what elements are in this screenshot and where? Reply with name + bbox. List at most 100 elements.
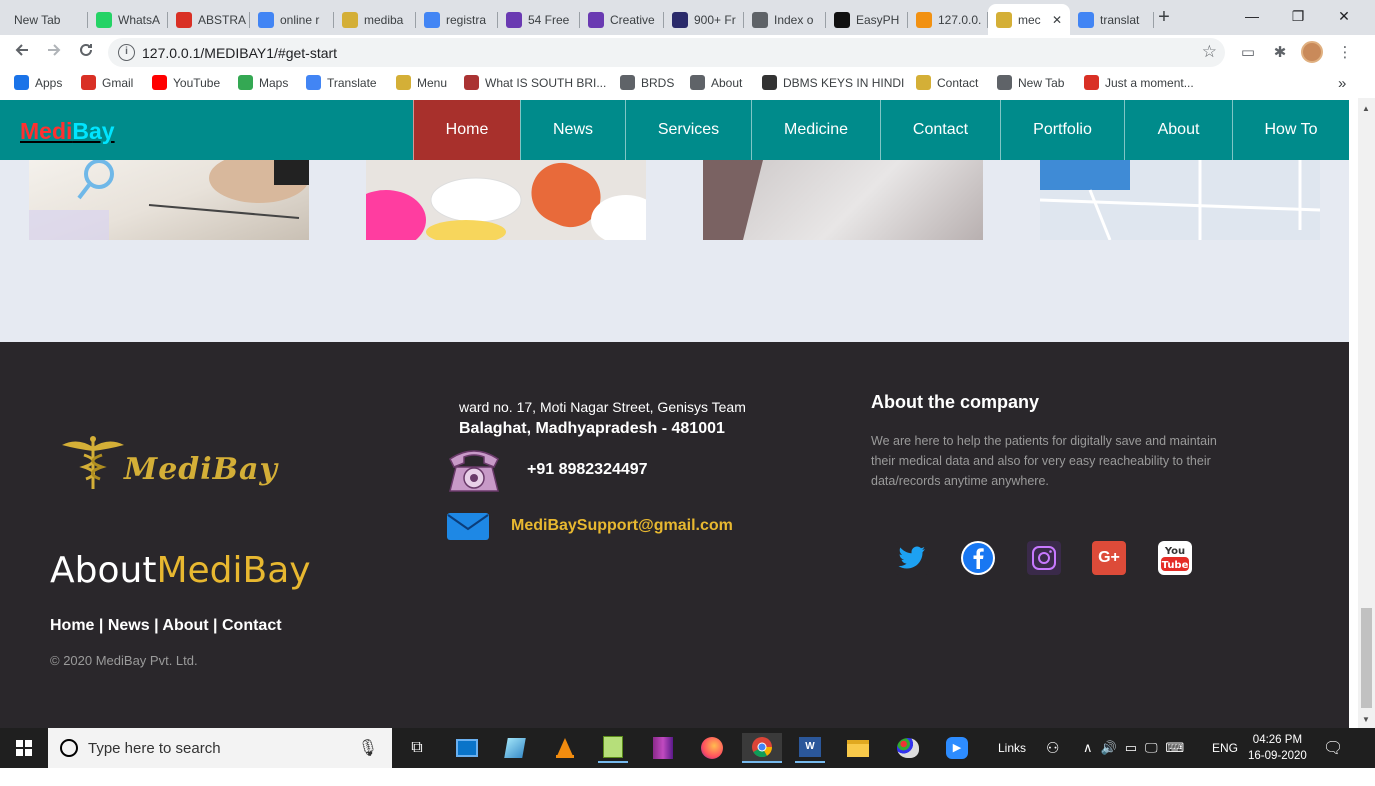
browser-tab[interactable]: New Tab <box>6 4 88 35</box>
nav-link-services[interactable]: Services <box>625 100 751 160</box>
footer-link-home[interactable]: Home <box>50 617 94 634</box>
bookmark-item[interactable]: Translate <box>306 75 377 90</box>
notepad-plus-icon[interactable] <box>598 733 628 763</box>
close-tab-icon[interactable]: ✕ <box>1052 13 1062 27</box>
bookmark-item[interactable]: Menu <box>396 75 447 90</box>
task-view-icon[interactable]: ⧉ <box>402 733 432 763</box>
browser-tab[interactable]: mediba <box>334 4 416 35</box>
url-text[interactable]: 127.0.0.1/MEDIBAY1/#get-start <box>142 45 337 61</box>
notification-center-icon[interactable]: 🗨 <box>1323 728 1343 768</box>
firefox-icon[interactable] <box>697 733 727 763</box>
footer-link-about[interactable]: About <box>162 617 208 634</box>
nav-link-portfolio[interactable]: Portfolio <box>1000 100 1124 160</box>
google-plus-icon[interactable]: G+ <box>1092 541 1126 575</box>
winrar-icon[interactable] <box>648 733 678 763</box>
bookmark-item[interactable]: What IS SOUTH BRI... <box>464 75 606 90</box>
minimize-button[interactable]: — <box>1229 0 1275 32</box>
links-toolbar[interactable]: Links <box>998 728 1026 768</box>
language-indicator[interactable]: ENG <box>1212 728 1238 768</box>
browser-tab[interactable]: Creative <box>580 4 664 35</box>
browser-tab[interactable]: ABSTRA <box>168 4 250 35</box>
volume-icon[interactable]: 🔊 <box>1101 740 1117 756</box>
page-scrollbar[interactable]: ▲ ▼ <box>1358 98 1375 728</box>
scroll-up-arrow-icon[interactable]: ▲ <box>1362 104 1370 113</box>
instagram-icon[interactable] <box>1027 541 1061 575</box>
browser-tab[interactable]: 900+ Fr <box>664 4 744 35</box>
bookmark-item[interactable]: Contact <box>916 75 978 90</box>
card-image-pills[interactable] <box>366 160 646 240</box>
card-image-hospital-bed[interactable] <box>1040 160 1320 240</box>
back-button[interactable] <box>10 41 34 65</box>
scroll-down-arrow-icon[interactable]: ▼ <box>1362 715 1370 724</box>
nav-link-home[interactable]: Home <box>413 100 520 160</box>
address-bar[interactable]: i 127.0.0.1/MEDIBAY1/#get-start ☆ <box>108 38 1225 67</box>
card-image-doctor[interactable] <box>29 160 309 240</box>
menu-kebab-icon[interactable]: ⋮ <box>1335 43 1355 63</box>
bookmark-item[interactable]: About <box>690 75 742 90</box>
image-icon <box>464 75 479 90</box>
browser-tab[interactable]: WhatsA <box>88 4 168 35</box>
nav-link-about[interactable]: About <box>1124 100 1232 160</box>
twitter-icon[interactable] <box>895 541 929 575</box>
footer-link-news[interactable]: News <box>108 617 150 634</box>
extensions-puzzle-icon[interactable]: ✱ <box>1270 43 1290 63</box>
site-logo[interactable]: MediBay <box>20 118 115 145</box>
facebook-icon[interactable] <box>961 541 995 575</box>
bookmark-item[interactable]: DBMS KEYS IN HINDI <box>762 75 904 90</box>
browser-tab-label: translat <box>1100 12 1140 27</box>
browser-tab[interactable]: registra <box>416 4 498 35</box>
browser-tab[interactable]: EasyPH <box>826 4 908 35</box>
network-icon[interactable]: 🖵 <box>1145 740 1158 756</box>
close-window-button[interactable]: ✕ <box>1321 0 1367 32</box>
paint-icon[interactable] <box>893 733 923 763</box>
battery-icon[interactable]: ▭ <box>1125 740 1137 756</box>
browser-tab[interactable]: 127.0.0. <box>908 4 988 35</box>
bookmark-item[interactable]: Maps <box>238 75 288 90</box>
bookmark-star-icon[interactable]: ☆ <box>1202 42 1217 62</box>
vlc-icon[interactable] <box>550 733 580 763</box>
new-tab-button[interactable]: + <box>1153 6 1175 28</box>
chrome-icon[interactable] <box>742 733 782 763</box>
keyboard-icon[interactable]: ⌨ <box>1166 740 1185 756</box>
forward-button[interactable] <box>42 41 66 65</box>
bookmarks-more-button[interactable]: » <box>1338 75 1346 92</box>
cast-icon[interactable]: ▭ <box>1238 43 1258 63</box>
reload-button[interactable] <box>74 41 98 65</box>
nav-link-how-to[interactable]: How To <box>1232 100 1349 160</box>
site-info-icon[interactable]: i <box>118 44 135 61</box>
app-crystal-icon[interactable] <box>500 733 530 763</box>
start-button[interactable] <box>0 728 48 768</box>
browser-tab[interactable]: online r <box>250 4 334 35</box>
card-image-doctor-coat[interactable] <box>703 160 983 240</box>
word-icon[interactable]: W <box>795 733 825 763</box>
show-hidden-icons-chevron-icon[interactable]: ∧ <box>1083 740 1093 756</box>
browser-tab[interactable]: Index o <box>744 4 826 35</box>
phone-number[interactable]: +91 8982324497 <box>527 461 648 479</box>
scrollbar-thumb[interactable] <box>1361 608 1372 708</box>
browser-tab[interactable]: 54 Free <box>498 4 580 35</box>
bookmark-item[interactable]: Gmail <box>81 75 133 90</box>
bookmark-item[interactable]: Just a moment... <box>1084 75 1194 90</box>
bookmark-item[interactable]: YouTube <box>152 75 220 90</box>
file-explorer-icon[interactable] <box>843 733 873 763</box>
support-email-link[interactable]: MediBaySupport@gmail.com <box>511 517 733 535</box>
nav-link-contact[interactable]: Contact <box>880 100 1000 160</box>
back-arrow-icon <box>15 44 28 56</box>
nav-link-medicine[interactable]: Medicine <box>751 100 880 160</box>
clock[interactable]: 04:26 PM 16-09-2020 <box>1248 728 1307 768</box>
profile-avatar[interactable] <box>1301 41 1323 63</box>
browser-tab[interactable]: translat <box>1070 4 1154 35</box>
taskbar-search[interactable]: Type here to search 🎙 <box>48 728 392 768</box>
bookmark-item[interactable]: New Tab <box>997 75 1064 90</box>
browser-tab[interactable]: mec ✕ <box>988 4 1070 35</box>
bookmark-item[interactable]: Apps <box>14 75 62 90</box>
nav-link-news[interactable]: News <box>520 100 625 160</box>
people-icon[interactable]: ⚇ <box>1046 728 1059 768</box>
footer-link-contact[interactable]: Contact <box>222 617 282 634</box>
microphone-icon[interactable]: 🎙 <box>358 738 378 758</box>
zoom-icon[interactable]: ▶ <box>942 733 972 763</box>
youtube-icon[interactable]: You Tube <box>1158 541 1192 575</box>
maximize-button[interactable]: ❐ <box>1275 0 1321 32</box>
bookmark-item[interactable]: BRDS <box>620 75 674 90</box>
remote-desktop-icon[interactable] <box>452 733 482 763</box>
